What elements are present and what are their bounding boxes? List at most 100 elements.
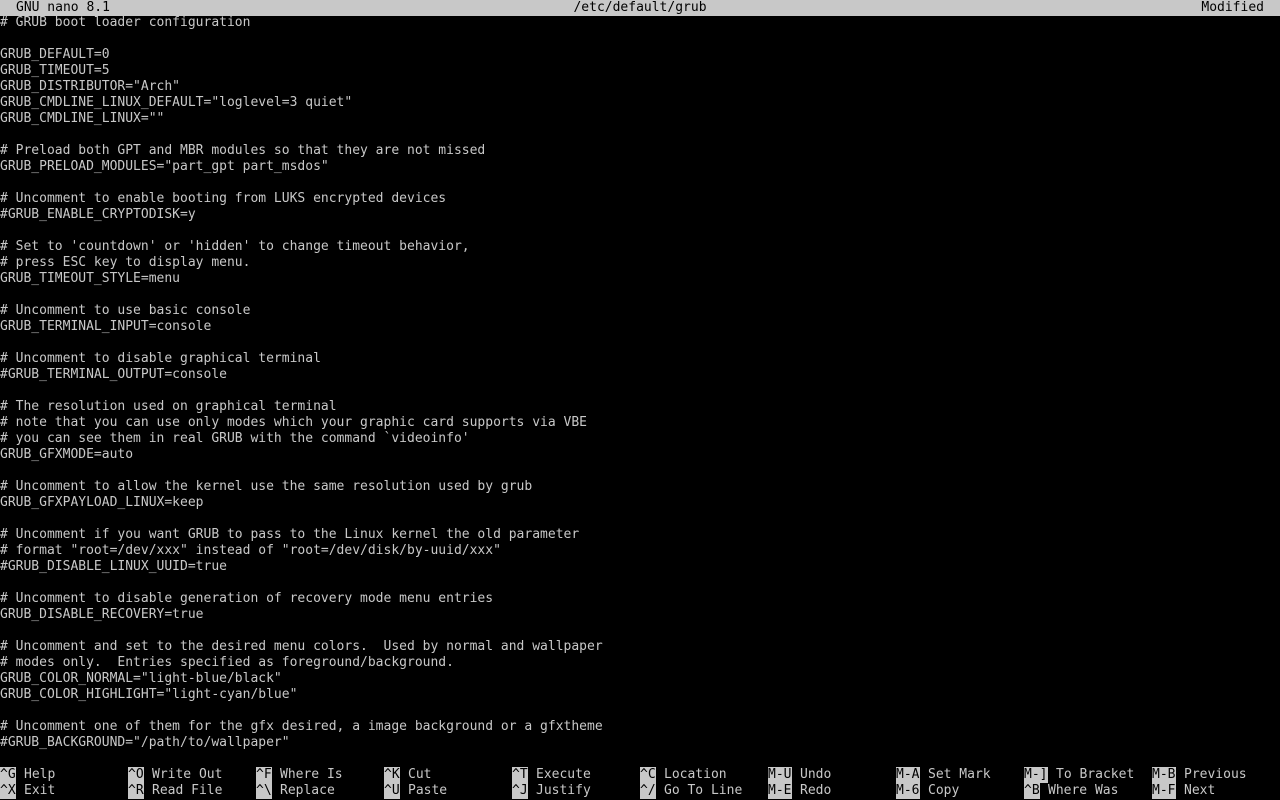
- editor-line[interactable]: GRUB_COLOR_HIGHLIGHT="light-cyan/blue": [0, 687, 1280, 703]
- editor-line[interactable]: GRUB_CMDLINE_LINUX_DEFAULT="loglevel=3 q…: [0, 95, 1280, 111]
- shortcut-label: Cut: [408, 767, 432, 782]
- shortcut-copy[interactable]: M-6 Copy: [896, 783, 1024, 799]
- editor-line[interactable]: [0, 511, 1280, 527]
- editor-line[interactable]: GRUB_TIMEOUT_STYLE=menu: [0, 271, 1280, 287]
- app-name: GNU nano 8.1: [16, 0, 110, 15]
- shortcut-key: ^R: [128, 783, 144, 799]
- shortcut-next[interactable]: M-F Next: [1152, 783, 1280, 799]
- shortcut-label: Paste: [408, 783, 448, 798]
- editor-line[interactable]: GRUB_DISTRIBUTOR="Arch": [0, 79, 1280, 95]
- shortcut-row-1: ^G Help ^O Write Out ^F Where Is ^K Cut ^T Execut…: [0, 767, 1280, 783]
- editor-line[interactable]: # GRUB boot loader configuration: [0, 15, 1280, 31]
- editor-line[interactable]: # Uncomment to disable generation of rec…: [0, 591, 1280, 607]
- editor-line[interactable]: [0, 383, 1280, 399]
- editor-line[interactable]: GRUB_GFXPAYLOAD_LINUX=keep: [0, 495, 1280, 511]
- editor-line[interactable]: # Uncomment to disable graphical termina…: [0, 351, 1280, 367]
- shortcut-key: M-U: [768, 767, 792, 783]
- shortcut-where-was[interactable]: ^B Where Was: [1024, 783, 1152, 799]
- shortcut-cut[interactable]: ^K Cut: [384, 767, 512, 783]
- editor-line[interactable]: [0, 127, 1280, 143]
- editor-line[interactable]: #GRUB_ENABLE_CRYPTODISK=y: [0, 207, 1280, 223]
- title-bar: /etc/default/grub GNU nano 8.1 Modified: [0, 0, 1280, 16]
- editor-line[interactable]: [0, 287, 1280, 303]
- shortcut-label: Justify: [536, 783, 591, 798]
- shortcut-read-file[interactable]: ^R Read File: [128, 783, 256, 799]
- shortcut-label: Set Mark: [928, 767, 991, 782]
- editor-text-area[interactable]: # GRUB boot loader configuration GRUB_DEF…: [0, 15, 1280, 767]
- shortcut-label: Replace: [280, 783, 335, 798]
- editor-line[interactable]: GRUB_DEFAULT=0: [0, 47, 1280, 63]
- editor-line[interactable]: [0, 623, 1280, 639]
- shortcut-key: ^C: [640, 767, 656, 783]
- editor-line[interactable]: [0, 335, 1280, 351]
- shortcut-execute[interactable]: ^T Execute: [512, 767, 640, 783]
- editor-line[interactable]: [0, 31, 1280, 47]
- shortcut-key: M-6: [896, 783, 920, 799]
- editor-line[interactable]: # The resolution used on graphical termi…: [0, 399, 1280, 415]
- shortcut-key: ^B: [1024, 783, 1040, 799]
- shortcut-label: Exit: [24, 783, 56, 798]
- editor-line[interactable]: #GRUB_TERMINAL_OUTPUT=console: [0, 367, 1280, 383]
- editor-line[interactable]: #GRUB_DISABLE_LINUX_UUID=true: [0, 559, 1280, 575]
- shortcut-paste[interactable]: ^U Paste: [384, 783, 512, 799]
- shortcut-label: Location: [664, 767, 727, 782]
- shortcut-help[interactable]: ^G Help: [0, 767, 128, 783]
- editor-line[interactable]: [0, 703, 1280, 719]
- editor-line[interactable]: # you can see them in real GRUB with the…: [0, 431, 1280, 447]
- shortcut-label: Next: [1184, 783, 1216, 798]
- editor-line[interactable]: # Uncomment one of them for the gfx desi…: [0, 719, 1280, 735]
- shortcut-label: Execute: [536, 767, 591, 782]
- shortcut-key: ^X: [0, 783, 16, 799]
- shortcut-bar: ^G Help ^O Write Out ^F Where Is ^K Cut ^T Execut…: [0, 767, 1280, 799]
- editor-line[interactable]: # Uncomment to enable booting from LUKS …: [0, 191, 1280, 207]
- editor-line[interactable]: GRUB_PRELOAD_MODULES="part_gpt part_msdo…: [0, 159, 1280, 175]
- shortcut-key: M-B: [1152, 767, 1176, 783]
- editor-line[interactable]: # modes only. Entries specified as foreg…: [0, 655, 1280, 671]
- editor-line[interactable]: [0, 575, 1280, 591]
- shortcut-label: Redo: [800, 783, 832, 798]
- shortcut-key: M-A: [896, 767, 920, 783]
- shortcut-write-out[interactable]: ^O Write Out: [128, 767, 256, 783]
- shortcut-key: ^/: [640, 783, 656, 799]
- shortcut-justify[interactable]: ^J Justify: [512, 783, 640, 799]
- shortcut-key: ^K: [384, 767, 400, 783]
- editor-line[interactable]: # press ESC key to display menu.: [0, 255, 1280, 271]
- shortcut-replace[interactable]: ^\ Replace: [256, 783, 384, 799]
- shortcut-key: M-F: [1152, 783, 1176, 799]
- editor-line[interactable]: [0, 223, 1280, 239]
- shortcut-go-to-line[interactable]: ^/ Go To Line: [640, 783, 768, 799]
- editor-line[interactable]: GRUB_CMDLINE_LINUX="": [0, 111, 1280, 127]
- shortcut-to-bracket[interactable]: M-] To Bracket: [1024, 767, 1152, 783]
- shortcut-set-mark[interactable]: M-A Set Mark: [896, 767, 1024, 783]
- shortcut-location[interactable]: ^C Location: [640, 767, 768, 783]
- shortcut-label: Where Was: [1048, 783, 1119, 798]
- shortcut-where-is[interactable]: ^F Where Is: [256, 767, 384, 783]
- shortcut-key: M-]: [1024, 767, 1048, 783]
- shortcut-redo[interactable]: M-E Redo: [768, 783, 896, 799]
- editor-line[interactable]: # Set to 'countdown' or 'hidden' to chan…: [0, 239, 1280, 255]
- editor-line[interactable]: # Uncomment to use basic console: [0, 303, 1280, 319]
- shortcut-undo[interactable]: M-U Undo: [768, 767, 896, 783]
- shortcut-key: ^O: [128, 767, 144, 783]
- shortcut-label: Help: [24, 767, 56, 782]
- shortcut-previous[interactable]: M-B Previous: [1152, 767, 1280, 783]
- editor-line[interactable]: GRUB_COLOR_NORMAL="light-blue/black": [0, 671, 1280, 687]
- editor-line[interactable]: GRUB_DISABLE_RECOVERY=true: [0, 607, 1280, 623]
- editor-line[interactable]: # format "root=/dev/xxx" instead of "roo…: [0, 543, 1280, 559]
- editor-line[interactable]: [0, 175, 1280, 191]
- editor-line[interactable]: GRUB_TERMINAL_INPUT=console: [0, 319, 1280, 335]
- editor-line[interactable]: # note that you can use only modes which…: [0, 415, 1280, 431]
- editor-line[interactable]: # Uncomment and set to the desired menu …: [0, 639, 1280, 655]
- editor-line[interactable]: # Uncomment to allow the kernel use the …: [0, 479, 1280, 495]
- editor-line[interactable]: #GRUB_BACKGROUND="/path/to/wallpaper": [0, 735, 1280, 751]
- editor-line[interactable]: GRUB_TIMEOUT=5: [0, 63, 1280, 79]
- shortcut-label: Read File: [152, 783, 223, 798]
- editor-line[interactable]: GRUB_GFXMODE=auto: [0, 447, 1280, 463]
- shortcut-exit[interactable]: ^X Exit: [0, 783, 128, 799]
- shortcut-label: Where Is: [280, 767, 343, 782]
- editor-line[interactable]: # Uncomment if you want GRUB to pass to …: [0, 527, 1280, 543]
- editor-line[interactable]: [0, 463, 1280, 479]
- editor-line[interactable]: # Preload both GPT and MBR modules so th…: [0, 143, 1280, 159]
- shortcut-key: ^F: [256, 767, 272, 783]
- shortcut-key: ^J: [512, 783, 528, 799]
